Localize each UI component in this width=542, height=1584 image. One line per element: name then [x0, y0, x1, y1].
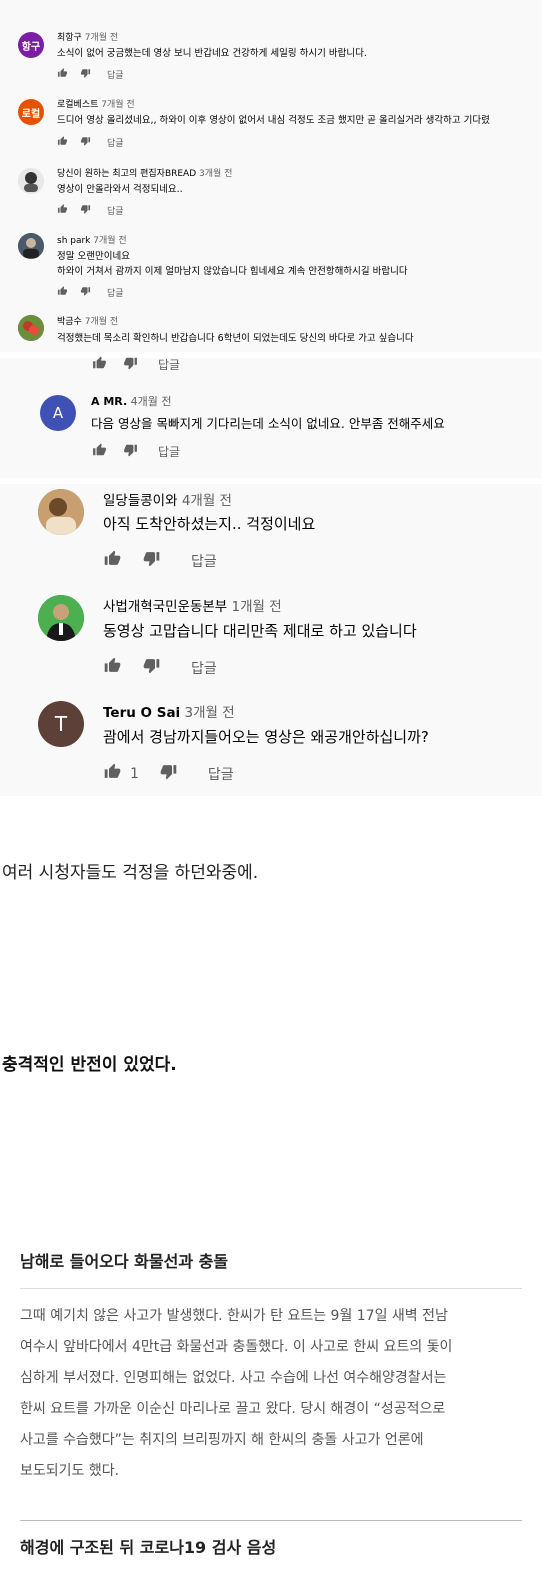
comment-actions: 1 답글 — [103, 763, 234, 784]
thumb-up-icon[interactable] — [57, 286, 68, 299]
article-line: 심하게 부서졌다. 인명피해는 없었다. 사고 수습에 나선 여수해양경찰서는 — [20, 1370, 447, 1386]
reply-button[interactable]: 답글 — [191, 551, 217, 571]
avatar[interactable] — [18, 168, 44, 194]
thumb-down-icon[interactable] — [80, 136, 91, 149]
avatar[interactable]: T — [38, 701, 84, 747]
comment-text: 괌에서 경남까지들어오는 영상은 왜공개안하십니까? — [103, 728, 429, 746]
comment-text: 동영상 고맙습니다 대리만족 제대로 하고 있습니다 — [103, 622, 417, 640]
comment-author[interactable]: 박금수 7개월 전 — [57, 314, 118, 327]
divider — [20, 1288, 522, 1289]
thumb-down-icon[interactable] — [80, 68, 91, 81]
article-line: 그때 예기치 않은 사고가 발생했다. 한씨가 탄 요트는 9월 17일 새벽 … — [20, 1308, 448, 1324]
reply-button[interactable]: 답글 — [208, 764, 234, 784]
comment-actions: 답글 — [92, 356, 180, 373]
comment-author[interactable]: Teru O Sai 3개월 전 — [103, 701, 235, 721]
comment-text: 드디어 영상 올리셨네요,, 하와이 이후 영상이 없어서 내심 걱정도 조금 … — [57, 115, 490, 126]
thumb-up-icon[interactable] — [103, 763, 122, 784]
body-paragraph-bold: 충격적인 반전이 있었다. — [2, 1055, 177, 1075]
reply-button[interactable]: 답글 — [107, 204, 124, 217]
thumb-up-icon[interactable] — [57, 204, 68, 217]
thumb-up-icon[interactable] — [92, 356, 107, 373]
comment-author[interactable]: 사법개혁국민운동본부 1개월 전 — [103, 595, 282, 615]
comment-actions: 답글 — [57, 136, 124, 149]
comment-text: 아직 도착안하셨는지.. 걱정이네요 — [103, 515, 316, 533]
article-line: 한씨 요트를 가까운 이순신 마리나로 끌고 왔다. 당시 해경이 “성공적으로 — [20, 1401, 446, 1417]
comment-actions: 답글 — [57, 204, 124, 217]
thumb-down-icon[interactable] — [80, 204, 91, 217]
comment-author[interactable]: 최항구 7개월 전 — [57, 30, 118, 43]
thumb-down-icon[interactable] — [159, 763, 178, 784]
comment-text-line2: 하와이 거쳐서 괌까지 이제 얼마남지 않았습니다 힘네세요 계속 안전항해하시… — [57, 266, 408, 277]
comment-text: 영상이 안올라와서 걱정되네요.. — [57, 184, 183, 195]
reply-button[interactable]: 답글 — [191, 658, 217, 678]
avatar[interactable] — [18, 233, 44, 259]
reply-button[interactable]: 답글 — [107, 68, 124, 81]
avatar[interactable] — [18, 315, 44, 341]
avatar-image — [38, 595, 84, 641]
article-line: 보도되기도 했다. — [20, 1463, 120, 1479]
reply-button[interactable]: 답글 — [107, 286, 124, 299]
thumb-down-icon[interactable] — [123, 356, 138, 373]
thumb-down-icon[interactable] — [142, 657, 161, 678]
avatar[interactable]: 항구 — [18, 32, 44, 58]
thumb-up-icon[interactable] — [57, 136, 68, 149]
article-line: 여수시 앞바다에서 4만t급 화물선과 충돌했다. 이 사고로 한씨 요트의 돛… — [20, 1339, 453, 1355]
reply-button[interactable]: 답글 — [158, 443, 180, 460]
avatar-image — [18, 233, 44, 259]
comment-author[interactable]: 당신이 원하는 최고의 편집자BREAD 3개월 전 — [57, 166, 232, 179]
reply-button[interactable]: 답글 — [107, 136, 124, 149]
thumb-down-icon[interactable] — [123, 443, 138, 460]
avatar-image — [18, 168, 44, 194]
comment-author[interactable]: 로컬베스트 7개월 전 — [57, 97, 135, 110]
avatar-image — [18, 315, 44, 341]
comment-text: 소식이 없어 궁금했는데 영상 보니 반갑네요 건강하게 세일링 하시기 바랍니… — [57, 48, 367, 59]
comment-author[interactable]: sh park 7개월 전 — [57, 233, 127, 246]
avatar[interactable] — [38, 489, 84, 535]
comment-actions: 답글 — [92, 443, 180, 460]
article-body: 그때 예기치 않은 사고가 발생했다. 한씨가 탄 요트는 9월 17일 새벽 … — [20, 1301, 520, 1487]
avatar[interactable]: 로컬 — [18, 99, 44, 125]
divider — [20, 1520, 522, 1521]
comment-author[interactable]: 일당들콩이와 4개월 전 — [103, 489, 232, 509]
comment-actions: 답글 — [103, 657, 217, 678]
avatar[interactable] — [38, 595, 84, 641]
thumb-down-icon[interactable] — [80, 286, 91, 299]
comment-text: 다음 영상을 목빠지게 기다리는데 소식이 없네요. 안부좀 전해주세요 — [91, 416, 445, 431]
article-heading: 해경에 구조된 뒤 코로나19 검사 음성 — [20, 1538, 277, 1557]
reply-button[interactable]: 답글 — [158, 356, 180, 373]
thumb-up-icon[interactable] — [92, 443, 107, 460]
comment-actions: 답글 — [103, 550, 217, 571]
thumb-up-icon[interactable] — [103, 657, 122, 678]
avatar[interactable]: A — [40, 395, 76, 431]
avatar-image — [38, 489, 84, 535]
comment-actions: 답글 — [57, 286, 124, 299]
thumb-down-icon[interactable] — [142, 550, 161, 571]
comment-text: 걱정했는데 목소리 확인하니 반갑습니다 6학년이 되었는데도 당신의 바다로 … — [57, 333, 414, 344]
article-line: 사고를 수습했다”는 취지의 브리핑까지 해 한씨의 충돌 사고가 언론에 — [20, 1432, 424, 1448]
comment-actions: 답글 — [57, 68, 124, 81]
body-paragraph: 여러 시청자들도 걱정을 하던와중에. — [2, 863, 259, 883]
thumb-up-icon[interactable] — [103, 550, 122, 571]
comment-author[interactable]: A MR. 4개월 전 — [91, 393, 172, 409]
article-heading: 남해로 들어오다 화물선과 충돌 — [20, 1252, 229, 1271]
comment-text: 정말 오랜만이네요 — [57, 251, 130, 262]
like-count: 1 — [130, 765, 139, 782]
thumb-up-icon[interactable] — [57, 68, 68, 81]
